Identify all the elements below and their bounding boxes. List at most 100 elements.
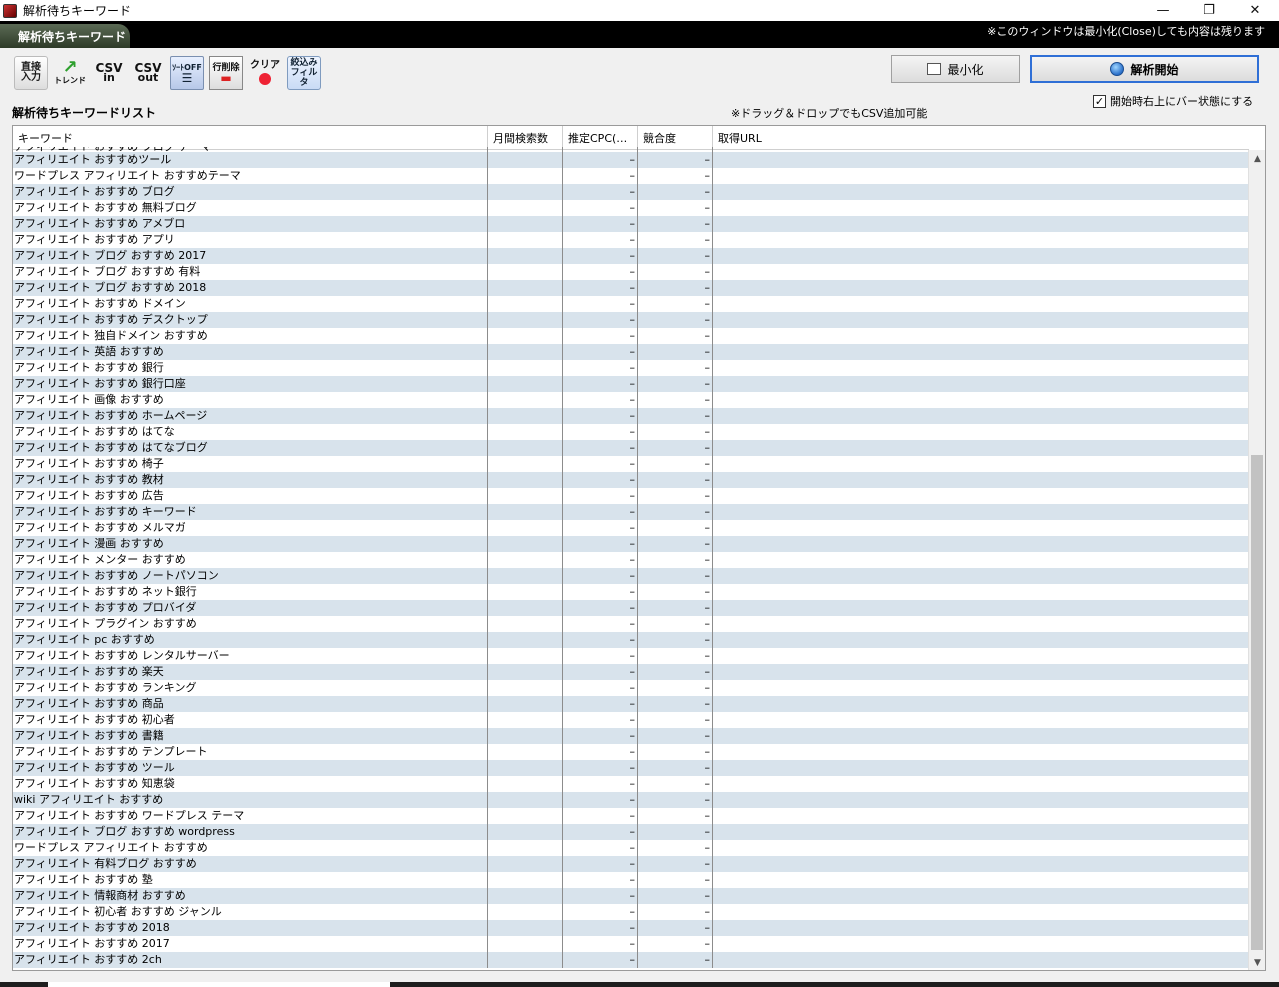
competition-cell: – bbox=[638, 424, 713, 440]
row-delete-button[interactable]: 行削除 ▬ bbox=[209, 56, 243, 90]
table-row[interactable]: アフィリエイト おすすめ 楽天 – – bbox=[13, 664, 1249, 680]
table-row[interactable]: アフィリエイト おすすめ 知恵袋 – – bbox=[13, 776, 1249, 792]
table-row[interactable]: アフィリエイト おすすめ ドメイン – – bbox=[13, 296, 1249, 312]
table-row[interactable]: アフィリエイト プラグイン おすすめ – – bbox=[13, 616, 1249, 632]
table-row[interactable]: アフィリエイト おすすめ ランキング – – bbox=[13, 680, 1249, 696]
cpc-cell: – bbox=[563, 360, 638, 376]
cpc-cell: – bbox=[563, 920, 638, 936]
sort-off-button[interactable]: ｿｰﾄOFF ☰ bbox=[170, 56, 204, 90]
table-row[interactable]: アフィリエイト おすすめ デスクトップ – – bbox=[13, 312, 1249, 328]
scrollbar-thumb[interactable] bbox=[1251, 455, 1263, 950]
cpc-cell: – bbox=[563, 712, 638, 728]
table-row[interactable]: アフィリエイト おすすめ 椅子 – – bbox=[13, 456, 1249, 472]
csv-in-label-bottom: in bbox=[103, 71, 115, 84]
url-cell bbox=[713, 920, 1248, 936]
direct-input-button[interactable]: 直接 入力 bbox=[14, 56, 48, 90]
table-row[interactable]: アフィリエイト おすすめ 教材 – – bbox=[13, 472, 1249, 488]
csv-in-button[interactable]: CSV in bbox=[92, 56, 126, 90]
table-row[interactable]: アフィリエイト おすすめ アメブロ – – bbox=[13, 216, 1249, 232]
keyword-cell: アフィリエイト おすすめ ツール bbox=[13, 760, 488, 776]
table-row[interactable]: アフィリエイト 漫画 おすすめ – – bbox=[13, 536, 1249, 552]
table-row[interactable]: アフィリエイト pc おすすめ – – bbox=[13, 632, 1249, 648]
window-maximize-button[interactable]: ❐ bbox=[1186, 0, 1232, 21]
competition-cell: – bbox=[638, 648, 713, 664]
table-row[interactable]: アフィリエイト ブログ おすすめ 2018 – – bbox=[13, 280, 1249, 296]
keyword-cell: アフィリエイト おすすめ テンプレート bbox=[13, 744, 488, 760]
table-row[interactable]: アフィリエイト おすすめ ホームページ – – bbox=[13, 408, 1249, 424]
trend-button[interactable]: ↗ トレンド bbox=[53, 56, 87, 90]
clear-button[interactable]: クリア bbox=[248, 56, 282, 90]
monthly-searches-cell bbox=[488, 776, 563, 792]
globe-icon bbox=[1110, 62, 1125, 76]
table-row[interactable]: アフィリエイト おすすめツール – – bbox=[13, 152, 1249, 168]
minimize-button[interactable]: 最小化 bbox=[891, 55, 1020, 83]
table-row[interactable]: アフィリエイト おすすめ 広告 – – bbox=[13, 488, 1249, 504]
table-row[interactable]: アフィリエイト おすすめ 書籍 – – bbox=[13, 728, 1249, 744]
cpc-cell: – bbox=[563, 424, 638, 440]
competition-cell: – bbox=[638, 408, 713, 424]
url-cell bbox=[713, 504, 1248, 520]
table-row[interactable]: アフィリエイト ブログ おすすめ 有料 – – bbox=[13, 264, 1249, 280]
table-row[interactable]: アフィリエイト 画像 おすすめ – – bbox=[13, 392, 1249, 408]
table-row[interactable]: ワードプレス アフィリエイト おすすめテーマ – – bbox=[13, 168, 1249, 184]
table-row[interactable]: アフィリエイト おすすめ テンプレート – – bbox=[13, 744, 1249, 760]
table-row[interactable]: アフィリエイト おすすめ はてなブログ – – bbox=[13, 440, 1249, 456]
window-minimize-button[interactable]: — bbox=[1140, 0, 1186, 21]
table-row[interactable]: アフィリエイト おすすめ 塾 – – bbox=[13, 872, 1249, 888]
table-row[interactable]: アフィリエイト 情報商材 おすすめ – – bbox=[13, 888, 1249, 904]
keyword-cell: アフィリエイト 英語 おすすめ bbox=[13, 344, 488, 360]
cpc-cell: – bbox=[563, 584, 638, 600]
table-row[interactable]: アフィリエイト おすすめ 2017 – – bbox=[13, 936, 1249, 952]
table-row[interactable]: アフィリエイト おすすめ キーワード – – bbox=[13, 504, 1249, 520]
table-row[interactable]: アフィリエイト 独自ドメイン おすすめ – – bbox=[13, 328, 1249, 344]
cpc-cell: – bbox=[563, 616, 638, 632]
table-row[interactable]: アフィリエイト おすすめ 2018 – – bbox=[13, 920, 1249, 936]
table-row[interactable]: wiki アフィリエイト おすすめ – – bbox=[13, 792, 1249, 808]
table-row[interactable]: アフィリエイト おすすめ はてな – – bbox=[13, 424, 1249, 440]
table-row[interactable]: アフィリエイト おすすめ 銀行口座 – – bbox=[13, 376, 1249, 392]
monthly-searches-cell bbox=[488, 936, 563, 952]
monthly-searches-cell bbox=[488, 904, 563, 920]
table-row[interactable]: アフィリエイト おすすめ アプリ – – bbox=[13, 232, 1249, 248]
table-row[interactable]: ワードプレス アフィリエイト おすすめ – – bbox=[13, 840, 1249, 856]
table-row[interactable]: アフィリエイト 初心者 おすすめ ジャンル – – bbox=[13, 904, 1249, 920]
competition-cell: – bbox=[638, 616, 713, 632]
table-row[interactable]: アフィリエイト おすすめ 銀行 – – bbox=[13, 360, 1249, 376]
table-row[interactable]: アフィリエイト おすすめ 商品 – – bbox=[13, 696, 1249, 712]
vertical-scrollbar[interactable]: ▲ ▼ bbox=[1248, 150, 1265, 970]
table-row[interactable]: アフィリエイト おすすめ ブログ – – bbox=[13, 184, 1249, 200]
competition-cell: – bbox=[638, 360, 713, 376]
table-row[interactable]: アフィリエイト おすすめ 無料ブログ – – bbox=[13, 200, 1249, 216]
start-analysis-button[interactable]: 解析開始 bbox=[1030, 55, 1259, 83]
monthly-searches-cell bbox=[488, 392, 563, 408]
window-close-button[interactable]: ✕ bbox=[1232, 0, 1278, 21]
url-cell bbox=[713, 728, 1248, 744]
monthly-searches-cell bbox=[488, 360, 563, 376]
table-row[interactable]: アフィリエイト おすすめ ツール – – bbox=[13, 760, 1249, 776]
table-row[interactable]: アフィリエイト おすすめ 2ch – – bbox=[13, 952, 1249, 968]
table-row[interactable]: アフィリエイト おすすめ 初心者 – – bbox=[13, 712, 1249, 728]
table-row[interactable]: アフィリエイト メンター おすすめ – – bbox=[13, 552, 1249, 568]
table-row[interactable]: アフィリエイト ブログ おすすめ 2017 – – bbox=[13, 248, 1249, 264]
keyword-cell: アフィリエイト おすすめ 2018 bbox=[13, 920, 488, 936]
csv-out-button[interactable]: CSV out bbox=[131, 56, 165, 90]
table-row[interactable]: アフィリエイト おすすめ レンタルサーバー – – bbox=[13, 648, 1249, 664]
competition-cell: – bbox=[638, 728, 713, 744]
bar-mode-checkbox[interactable]: ✓ bbox=[1093, 94, 1106, 108]
list-title: 解析待ちキーワードリスト bbox=[12, 106, 157, 120]
table-row[interactable]: アフィリエイト おすすめ ノートパソコン – – bbox=[13, 568, 1249, 584]
table-row[interactable]: アフィリエイト おすすめ ワードプレス テーマ – – bbox=[13, 808, 1249, 824]
scroll-up-arrow-icon[interactable]: ▲ bbox=[1249, 150, 1265, 167]
table-row[interactable]: アフィリエイト おすすめ ネット銀行 – – bbox=[13, 584, 1249, 600]
url-cell bbox=[713, 824, 1248, 840]
table-row[interactable]: アフィリエイト 有料ブログ おすすめ – – bbox=[13, 856, 1249, 872]
table-row[interactable]: アフィリエイト おすすめ プロバイダ – – bbox=[13, 600, 1249, 616]
table-row[interactable]: アフィリエイト おすすめ メルマガ – – bbox=[13, 520, 1249, 536]
table-row[interactable]: アフィリエイト ブログ おすすめ wordpress – – bbox=[13, 824, 1249, 840]
cpc-cell: – bbox=[563, 776, 638, 792]
competition-cell: – bbox=[638, 216, 713, 232]
table-row[interactable]: アフィリエイト 英語 おすすめ – – bbox=[13, 344, 1249, 360]
scroll-down-arrow-icon[interactable]: ▼ bbox=[1249, 954, 1265, 970]
cpc-cell: – bbox=[563, 296, 638, 312]
filter-button[interactable]: 絞込み フィルタ bbox=[287, 56, 321, 90]
